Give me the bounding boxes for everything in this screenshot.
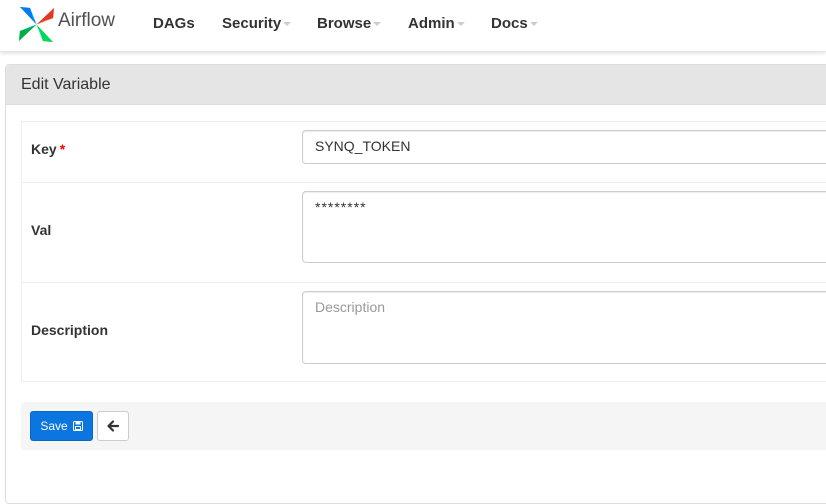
key-input-value: SYNQ_TOKEN [315, 138, 411, 154]
form-row-description: Description Description [22, 282, 826, 381]
nav-security[interactable]: Security [222, 15, 292, 32]
form-row-key: Key * SYNQ_TOKEN [22, 122, 826, 182]
nav-admin[interactable]: Admin [408, 15, 465, 32]
navbar: Airflow DAGs Security Browse Admin Docs [0, 0, 826, 52]
form-row-val: Val ******** [22, 182, 826, 282]
caret-down-icon [456, 22, 465, 26]
brand-link[interactable]: Airflow [18, 4, 115, 44]
panel-title: Edit Variable [21, 75, 111, 93]
save-button[interactable]: Save [30, 411, 93, 441]
val-label: Val [31, 222, 52, 238]
edit-variable-form: Key * SYNQ_TOKEN Val ******** Description… [21, 121, 826, 382]
save-button-label: Save [40, 419, 68, 433]
panel-heading: Edit Variable [6, 65, 826, 105]
nav-dags[interactable]: DAGs [153, 15, 195, 32]
description-textarea[interactable]: Description [302, 291, 826, 364]
nav-admin-label: Admin [408, 15, 455, 32]
caret-down-icon [373, 22, 382, 26]
nav-browse-label: Browse [317, 15, 372, 32]
arrow-left-icon [107, 420, 119, 432]
val-textarea-value: ******** [315, 199, 367, 215]
nav-browse[interactable]: Browse [317, 15, 382, 32]
nav-docs-label: Docs [491, 15, 528, 32]
save-icon [72, 421, 83, 431]
airflow-logo-icon [18, 6, 55, 43]
nav-dags-label: DAGs [153, 15, 195, 32]
description-label: Description [31, 322, 109, 338]
brand-name: Airflow [58, 10, 116, 31]
val-textarea[interactable]: ******** [302, 191, 826, 263]
caret-down-icon [283, 22, 292, 26]
nav-security-label: Security [222, 15, 282, 32]
form-actions: Save [21, 402, 826, 450]
key-label: Key * [31, 141, 65, 157]
nav-docs[interactable]: Docs [491, 15, 538, 32]
back-button[interactable] [97, 411, 129, 441]
key-input[interactable]: SYNQ_TOKEN [302, 130, 826, 164]
edit-variable-panel: Edit Variable Key * SYNQ_TOKEN Val ******… [5, 64, 826, 504]
description-placeholder: Description [315, 299, 386, 315]
caret-down-icon [529, 22, 538, 26]
required-marker: * [59, 141, 66, 157]
key-label-text: Key [31, 141, 57, 157]
